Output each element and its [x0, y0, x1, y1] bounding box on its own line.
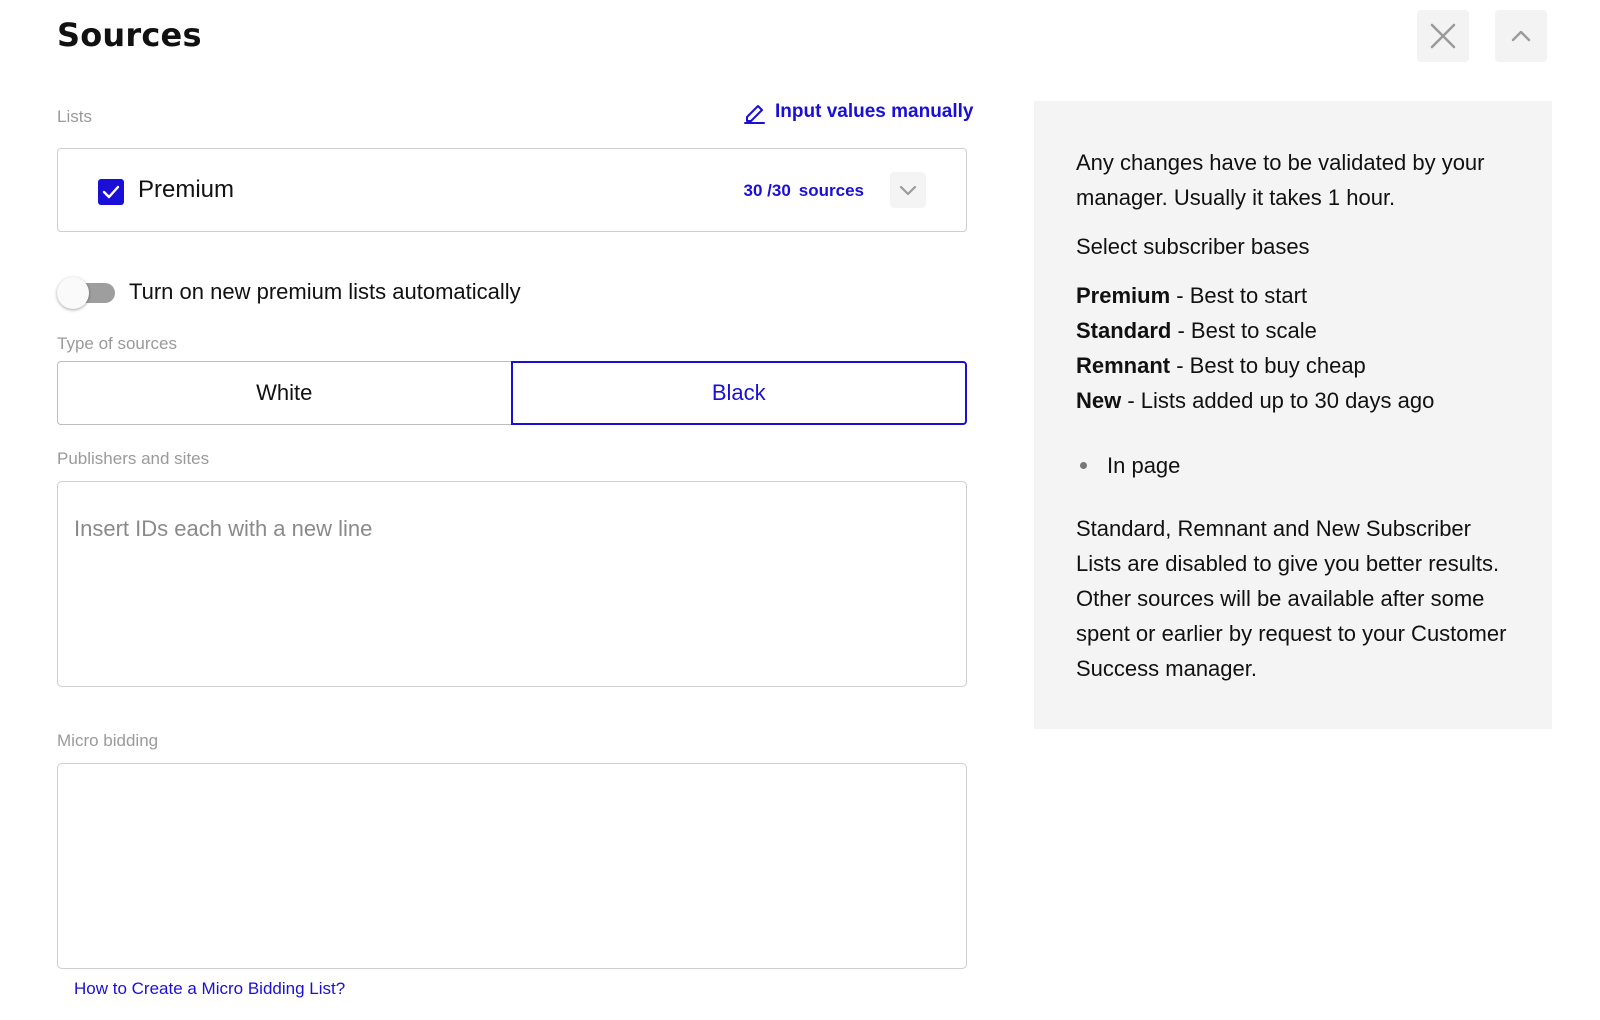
auto-premium-toggle-row[interactable]: Turn on new premium lists automatically	[57, 277, 521, 309]
info-select-bases-text: Select subscriber bases	[1076, 234, 1310, 259]
sources-count-value: 30 /30	[743, 181, 791, 200]
checkmark-icon	[102, 185, 120, 199]
info-disabled-lists-text: Standard, Remnant and New Subscriber Lis…	[1076, 516, 1507, 681]
tier-premium: Premium - Best to start	[1076, 278, 1512, 313]
format-list: In page	[1076, 448, 1512, 483]
tier-remnant: Remnant - Best to buy cheap	[1076, 348, 1512, 383]
tier-list: Premium - Best to start Standard - Best …	[1076, 278, 1512, 418]
list-name: Premium	[138, 176, 235, 203]
tier-new: New - Lists added up to 30 days ago	[1076, 383, 1512, 418]
chevron-up-icon	[1511, 30, 1531, 42]
info-validation-text: Any changes have to be validated by your…	[1076, 150, 1485, 210]
format-item-in-page: In page	[1076, 448, 1512, 483]
sources-count-label: sources	[798, 181, 864, 200]
expand-list-button[interactable]	[890, 172, 926, 208]
white-option-button[interactable]: White	[57, 361, 511, 425]
tier-desc: - Lists added up to 30 days ago	[1121, 388, 1435, 413]
toggle-knob	[57, 277, 89, 309]
format-item-label: In page	[1107, 453, 1181, 478]
input-values-manually-label: Input values manually	[775, 101, 974, 122]
tier-name: Premium	[1076, 283, 1171, 308]
collapse-button[interactable]	[1495, 10, 1547, 62]
pencil-icon	[744, 105, 765, 124]
publishers-input[interactable]	[57, 481, 967, 687]
page-title: Sources	[57, 16, 202, 54]
black-option-button[interactable]: Black	[510, 361, 967, 425]
micro-bidding-input[interactable]	[57, 763, 967, 969]
auto-premium-toggle[interactable]	[57, 277, 115, 309]
sources-count: 30 /30 sources	[744, 181, 864, 201]
micro-bidding-label: Micro bidding	[57, 731, 159, 750]
auto-premium-toggle-label: Turn on new premium lists automatically	[129, 279, 521, 304]
tier-desc: - Best to start	[1170, 283, 1308, 308]
chevron-down-icon	[899, 185, 917, 195]
type-of-sources-selector: White Black	[57, 361, 967, 425]
close-button[interactable]	[1417, 10, 1469, 62]
close-icon	[1430, 23, 1456, 49]
micro-bidding-help-link[interactable]: How to Create a Micro Bidding List?	[74, 979, 345, 999]
premium-checkbox[interactable]	[98, 179, 124, 205]
lists-label: Lists	[57, 107, 92, 126]
lists-dropdown: Premium 30 /30 sources	[57, 148, 967, 232]
tier-name: New	[1076, 388, 1122, 413]
tier-name: Remnant	[1076, 353, 1171, 378]
tier-standard: Standard - Best to scale	[1076, 313, 1512, 348]
type-of-sources-label: Type of sources	[57, 334, 178, 353]
info-panel: Any changes have to be validated by your…	[1034, 101, 1552, 729]
input-values-manually-link[interactable]: Input values manually	[743, 100, 974, 124]
tier-desc: - Best to buy cheap	[1170, 353, 1366, 378]
sources-panel: Sources Lists Input values manually Prem…	[0, 0, 1600, 1020]
tier-desc: - Best to scale	[1171, 318, 1317, 343]
tier-name: Standard	[1076, 318, 1172, 343]
bullet-icon	[1080, 462, 1087, 469]
publishers-label: Publishers and sites	[57, 449, 210, 468]
